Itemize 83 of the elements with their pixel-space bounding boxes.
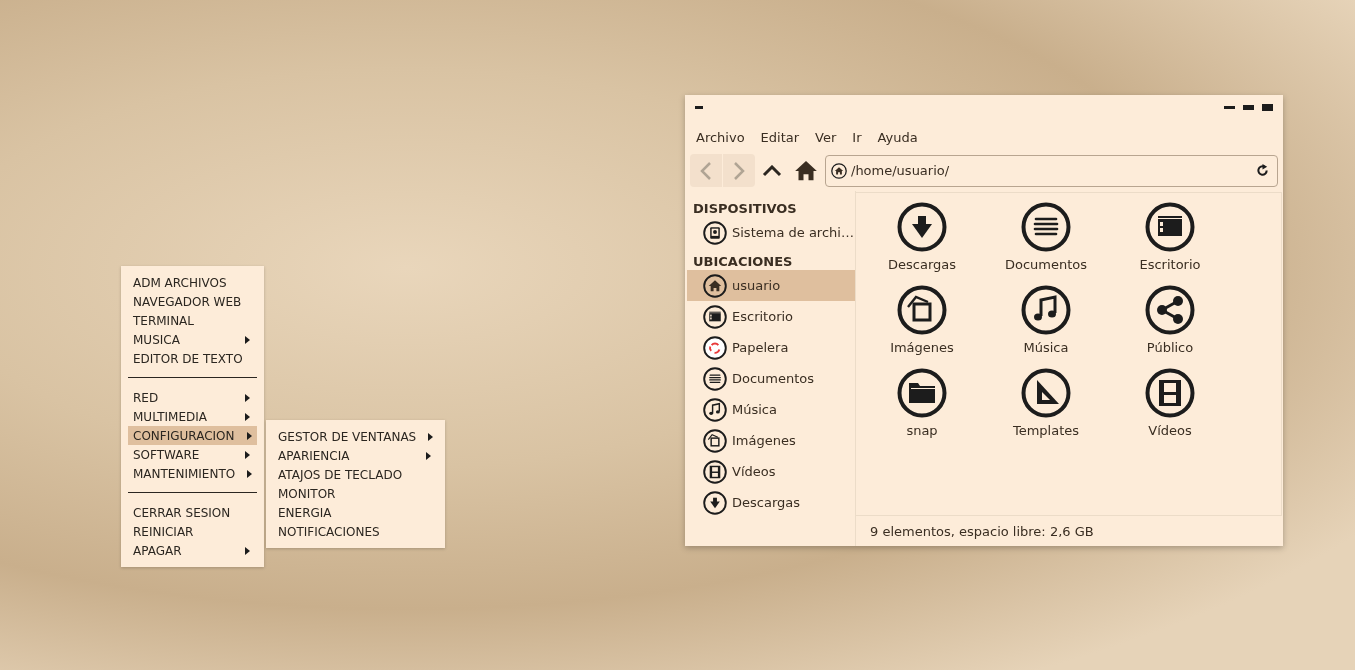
music-icon <box>1021 285 1071 335</box>
file-item[interactable]: snap <box>860 368 984 451</box>
list-icon <box>703 366 727 391</box>
sidebar-item[interactable]: Imágenes <box>687 425 855 456</box>
menu-item[interactable]: GESTOR DE VENTANAS <box>273 427 438 446</box>
menu-item[interactable]: SOFTWARE <box>128 445 257 464</box>
menu-item[interactable]: CERRAR SESION <box>128 503 257 522</box>
sidebar-item[interactable]: usuario <box>687 270 855 301</box>
drive-icon <box>703 220 727 245</box>
menu-bar-item[interactable]: Ir <box>844 130 870 145</box>
sidebar-heading: DISPOSITIVOS <box>692 200 798 217</box>
menu-item[interactable]: NAVEGADOR WEB <box>128 292 257 311</box>
menu-item[interactable]: MULTIMEDIA <box>128 407 257 426</box>
menu-item[interactable]: MUSICA <box>128 330 257 349</box>
download-icon <box>703 490 727 515</box>
chevron-up-icon <box>762 164 782 177</box>
submenu-arrow-icon <box>247 469 253 478</box>
sidebar-item[interactable]: Escritorio <box>687 301 855 332</box>
status-text: 9 elementos, espacio libre: 2,6 GB <box>869 522 1095 541</box>
menu-item[interactable]: REINICIAR <box>128 522 257 541</box>
desktop-icon <box>1145 202 1195 252</box>
menu-item[interactable]: ATAJOS DE TECLADO <box>273 465 438 484</box>
close-icon[interactable] <box>1262 104 1273 111</box>
sidebar-item[interactable]: Papelera <box>687 332 855 363</box>
menu-item[interactable]: TERMINAL <box>128 311 257 330</box>
menu-bar-item[interactable]: Ayuda <box>869 130 926 145</box>
submenu-arrow-icon <box>245 546 250 555</box>
file-item[interactable]: Público <box>1108 285 1232 368</box>
file-item[interactable]: Descargas <box>860 202 984 285</box>
film-icon <box>1145 368 1195 418</box>
submenu-arrow-icon <box>245 450 250 459</box>
folder-icon <box>897 368 947 418</box>
home-icon <box>703 273 727 298</box>
submenu-arrow-icon <box>245 335 250 344</box>
chevron-right-icon <box>733 160 745 181</box>
file-item[interactable]: Escritorio <box>1108 202 1232 285</box>
file-item[interactable]: Documentos <box>984 202 1108 285</box>
submenu-arrow-icon <box>245 393 250 402</box>
sidebar-item[interactable]: Música <box>687 394 855 425</box>
menu-bar-item[interactable]: Ver <box>807 130 845 145</box>
home-icon <box>795 160 817 181</box>
file-item[interactable]: Música <box>984 285 1108 368</box>
submenu-arrow-icon <box>428 432 434 441</box>
images-icon <box>703 428 727 453</box>
menu-item[interactable]: NOTIFICACIONES <box>273 522 438 541</box>
sidebar-item[interactable]: Vídeos <box>687 456 855 487</box>
sidebar-item[interactable]: Descargas <box>687 487 855 518</box>
window-menu-icon[interactable] <box>695 106 703 109</box>
minimize-icon[interactable] <box>1224 106 1235 109</box>
music-icon <box>703 397 727 422</box>
location-field[interactable]: /home/usuario/ <box>825 154 1278 187</box>
film-icon <box>703 459 727 484</box>
list-icon <box>1021 202 1071 252</box>
menu-item[interactable]: APARIENCIA <box>273 446 438 465</box>
menu-item[interactable]: EDITOR DE TEXTO <box>128 349 257 368</box>
menu-item[interactable]: MANTENIMIENTO <box>128 464 257 483</box>
chevron-left-icon <box>700 160 712 181</box>
menu-bar-item[interactable]: Editar <box>752 130 808 145</box>
menu-bar-item[interactable]: Archivo <box>688 130 753 145</box>
submenu-arrow-icon <box>246 431 252 440</box>
home-icon <box>831 162 847 179</box>
maximize-icon[interactable] <box>1243 105 1254 110</box>
menu-item[interactable]: APAGAR <box>128 541 257 560</box>
ruler-icon <box>1021 368 1071 418</box>
reload-icon[interactable] <box>1256 164 1269 177</box>
share-icon <box>1145 285 1195 335</box>
images-icon <box>897 285 947 335</box>
menu-item[interactable]: MONITOR <box>273 484 438 503</box>
trash-icon <box>703 335 727 360</box>
sidebar-item[interactable]: Sistema de archi… <box>687 217 855 248</box>
file-item[interactable]: Templates <box>984 368 1108 451</box>
desktop-icon <box>703 304 727 329</box>
submenu-arrow-icon <box>426 451 431 460</box>
menu-item[interactable]: ADM ARCHIVOS <box>128 273 257 292</box>
menu-item[interactable]: RED <box>128 388 257 407</box>
menu-item[interactable]: CONFIGURACION <box>128 426 257 445</box>
menu-item[interactable]: ENERGIA <box>273 503 438 522</box>
file-item[interactable]: Vídeos <box>1108 368 1232 451</box>
sidebar-item[interactable]: Documentos <box>687 363 855 394</box>
download-icon <box>897 202 947 252</box>
file-item[interactable]: Imágenes <box>860 285 984 368</box>
sidebar-heading: UBICACIONES <box>692 253 794 270</box>
submenu-arrow-icon <box>245 412 250 421</box>
